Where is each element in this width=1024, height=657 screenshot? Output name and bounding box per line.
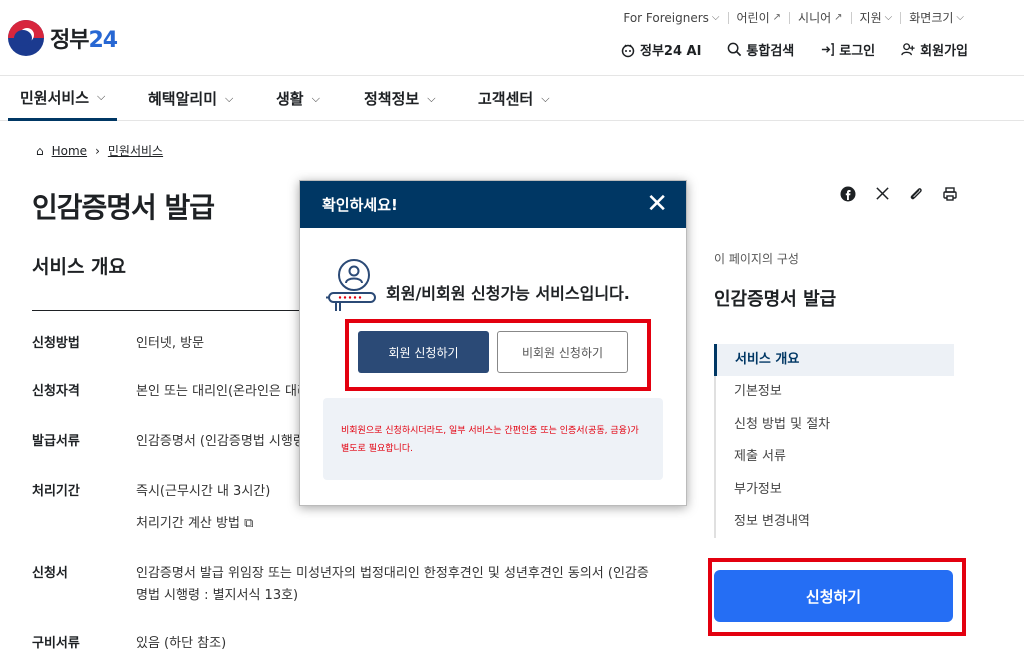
section-title: 서비스 개요 bbox=[32, 256, 127, 278]
toc-label: 이 페이지의 구성 bbox=[714, 252, 799, 266]
util-font-size[interactable]: 화면크기 ⌵ bbox=[900, 12, 972, 24]
apply-button[interactable]: 신청하기 bbox=[714, 570, 953, 622]
chevron-down-icon: ⌵ bbox=[711, 12, 720, 23]
toc-item-documents[interactable]: 제출 서류 bbox=[716, 441, 954, 473]
chevron-right-icon: › bbox=[95, 143, 100, 158]
external-link-icon: ↗ bbox=[834, 12, 843, 23]
login-icon bbox=[822, 43, 835, 56]
close-icon[interactable]: ✕ bbox=[646, 191, 668, 217]
member-apply-button[interactable]: 회원 신청하기 bbox=[358, 331, 489, 373]
util-support[interactable]: 지원 ⌵ bbox=[850, 12, 901, 24]
nav-life[interactable]: 생활 ⌵ bbox=[276, 76, 320, 121]
toc-item-procedure[interactable]: 신청 방법 및 절차 bbox=[716, 409, 954, 441]
login-link[interactable]: 로그인 bbox=[820, 40, 875, 59]
guest-apply-button[interactable]: 비회원 신청하기 bbox=[497, 331, 628, 373]
info-value: 있음 (하단 참조) bbox=[136, 636, 227, 651]
modal-note: 비회원으로 신청하시더라도, 일부 서비스는 간편인증 또는 인증서(공동, 금… bbox=[323, 398, 663, 480]
info-key: 발급서류 bbox=[32, 434, 80, 449]
link-clip-icon[interactable] bbox=[906, 186, 926, 206]
toc-item-overview[interactable]: 서비스 개요 bbox=[714, 344, 954, 377]
print-icon[interactable] bbox=[940, 186, 960, 206]
info-key: 신청자격 bbox=[32, 384, 80, 399]
page-title: 인감증명서 발급 bbox=[32, 191, 215, 224]
nav-civil-service[interactable]: 민원서비스 ⌵ bbox=[8, 76, 118, 121]
share-tools bbox=[838, 186, 960, 206]
toc-item-basic-info[interactable]: 기본정보 bbox=[716, 376, 954, 408]
logo-text: 정부24 bbox=[50, 28, 118, 53]
chevron-down-icon: ⌵ bbox=[427, 91, 436, 105]
external-link-icon: ↗ bbox=[772, 12, 782, 23]
util-children[interactable]: 어린이 ↗ bbox=[727, 12, 790, 24]
util-for-foreigners[interactable]: For Foreigners ⌵ bbox=[615, 12, 727, 24]
page: 정부24 For Foreigners ⌵ 어린이 ↗ 시니어 ↗ 지원 ⌵ 화면크기 ⌵… bbox=[0, 0, 1024, 657]
search-link[interactable]: 통합검색 bbox=[727, 40, 794, 59]
toc-item-extra-info[interactable]: 부가정보 bbox=[716, 474, 954, 506]
utility-nav: For Foreigners ⌵ 어린이 ↗ 시니어 ↗ 지원 ⌵ 화면크기 ⌵ bbox=[615, 12, 972, 24]
info-value: 인감증명서 발급 위임장 또는 미성년자의 법정대리인 한정후견인 및 성년후견… bbox=[136, 566, 649, 603]
nav-customer-center[interactable]: 고객센터 ⌵ bbox=[478, 76, 550, 121]
nav-benefit-alert[interactable]: 혜택알리미 ⌵ bbox=[148, 76, 233, 121]
signup-link[interactable]: 회원가입 bbox=[901, 40, 968, 59]
chevron-down-icon: ⌵ bbox=[956, 12, 964, 23]
taegeuk-logo-icon bbox=[8, 20, 44, 56]
search-icon bbox=[728, 42, 742, 57]
chevron-down-icon: ⌵ bbox=[541, 91, 550, 105]
home-icon: ⌂ bbox=[36, 143, 44, 158]
chevron-down-icon: ⌵ bbox=[97, 90, 106, 103]
toc-title: 인감증명서 발급 bbox=[714, 289, 837, 310]
breadcrumb-home[interactable]: Home bbox=[52, 144, 87, 158]
util-senior[interactable]: 시니어 ↗ bbox=[789, 12, 851, 24]
toc-list: 서비스 개요 기본정보 신청 방법 및 절차 제출 서류 부가정보 정보 변경내… bbox=[714, 344, 954, 539]
toc-item-change-history[interactable]: 정보 변경내역 bbox=[716, 506, 954, 538]
modal-title: 확인하세요! bbox=[322, 196, 398, 214]
chevron-down-icon: ⌵ bbox=[225, 91, 234, 105]
processing-time-calc-link[interactable]: 처리기간 계산 방법 ⧉ bbox=[136, 513, 656, 535]
modal-message: 회원/비회원 신청가능 서비스입니다. bbox=[386, 284, 630, 303]
info-key: 신청서 bbox=[32, 566, 68, 581]
confirm-modal: 확인하세요! ✕ 회원/비회원 신청가능 서비스입니다. 회원 신청하기 비회원… bbox=[299, 180, 687, 506]
breadcrumb-current[interactable]: 민원서비스 bbox=[108, 142, 163, 159]
x-twitter-icon[interactable] bbox=[872, 186, 892, 206]
main-navigation: 민원서비스 ⌵ 혜택알리미 ⌵ 생활 ⌵ 정책정보 ⌵ 고객센터 ⌵ bbox=[0, 75, 1024, 121]
ai-bot-icon bbox=[621, 44, 635, 57]
quick-menu: 정부24 AI 통합검색 로그인 회원가입 bbox=[620, 40, 968, 59]
ai-link[interactable]: 정부24 AI bbox=[620, 40, 701, 59]
facebook-icon[interactable] bbox=[838, 186, 858, 206]
chevron-down-icon: ⌵ bbox=[884, 12, 893, 23]
section-divider bbox=[32, 310, 302, 311]
chevron-down-icon: ⌵ bbox=[311, 91, 320, 105]
member-id-icon bbox=[326, 259, 376, 311]
copy-icon: ⧉ bbox=[244, 516, 254, 531]
nav-policy-info[interactable]: 정책정보 ⌵ bbox=[364, 76, 436, 121]
site-logo[interactable]: 정부24 bbox=[8, 20, 118, 56]
breadcrumb: ⌂ Home › 민원서비스 bbox=[36, 142, 163, 159]
user-plus-icon bbox=[901, 43, 915, 56]
info-key: 구비서류 bbox=[32, 636, 80, 651]
info-key: 처리기간 bbox=[32, 484, 80, 499]
modal-header: 확인하세요! ✕ bbox=[300, 181, 686, 228]
info-key: 신청방법 bbox=[32, 336, 80, 351]
